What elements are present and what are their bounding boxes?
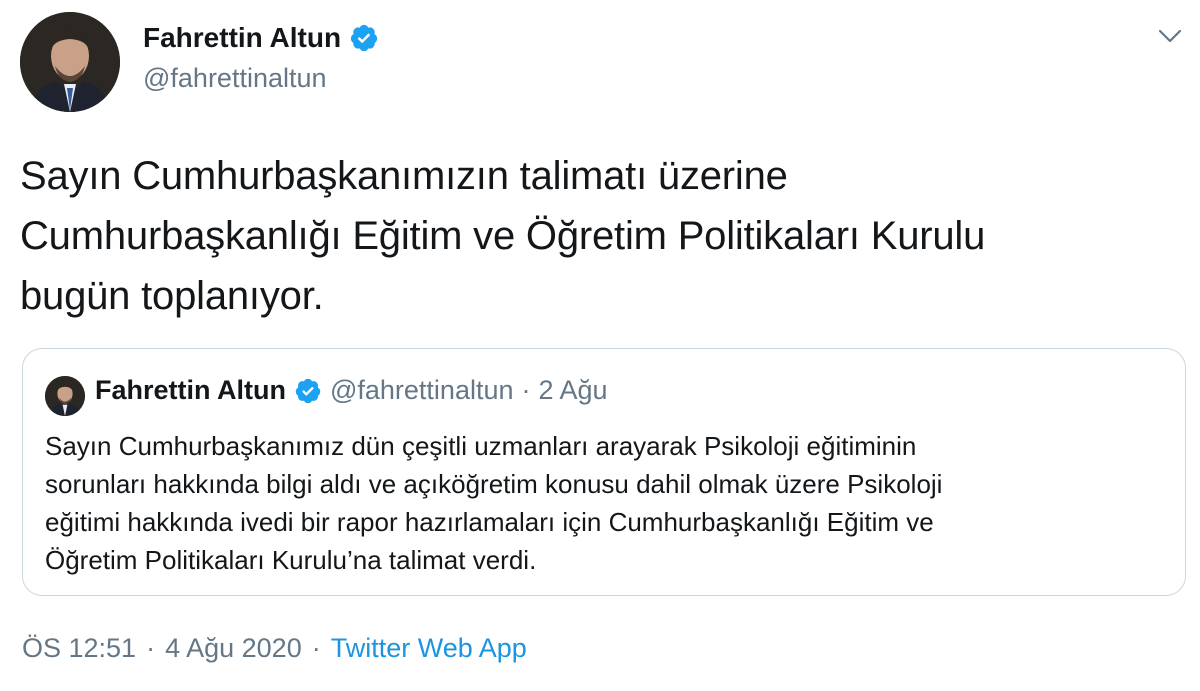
quoted-text-line: eğitimi hakkında ivedi bir rapor hazırla… <box>45 507 934 537</box>
quoted-author-handle: @fahrettinaltun <box>329 375 514 405</box>
quoted-date: 2 Ağu <box>538 375 608 405</box>
separator-dot: · <box>521 375 531 405</box>
separator-dot: · <box>146 633 156 663</box>
quoted-tweet-text: Sayın Cumhurbaşkanımız dün çeşitli uzman… <box>45 427 1165 579</box>
verified-badge-icon <box>294 377 322 405</box>
author-name[interactable]: Fahrettin Altun <box>143 22 341 54</box>
tweet-text: Sayın Cumhurbaşkanımızın talimatı üzerin… <box>20 146 1180 326</box>
verified-badge-icon <box>349 23 379 53</box>
tweet-time[interactable]: ÖS 12:51 <box>22 633 136 664</box>
tweet-date[interactable]: 4 Ağu 2020 <box>165 633 302 664</box>
tweet-footer: ÖS 12:51 · 4 Ağu 2020 · Twitter Web App <box>22 633 527 664</box>
author-handle[interactable]: @fahrettinaltun <box>143 63 327 94</box>
tweet-text-line: Sayın Cumhurbaşkanımızın talimatı üzerin… <box>20 154 788 198</box>
author-avatar[interactable] <box>20 12 120 112</box>
quoted-text-line: Sayın Cumhurbaşkanımız dün çeşitli uzman… <box>45 431 917 461</box>
quoted-tweet[interactable]: Fahrettin Altun @fahrettinaltun · 2 Ağu … <box>22 348 1186 596</box>
tweet: Fahrettin Altun @fahrettinaltun Sayın Cu… <box>0 0 1200 691</box>
quoted-author-name: Fahrettin Altun <box>95 375 286 405</box>
tweet-text-line: bugün toplanıyor. <box>20 274 324 318</box>
quoted-text-line: Öğretim Politikaları Kurulu’na talimat v… <box>45 545 537 575</box>
separator-dot: · <box>311 633 321 663</box>
chevron-down-icon[interactable] <box>1156 26 1184 46</box>
tweet-text-line: Cumhurbaşkanlığı Eğitim ve Öğretim Polit… <box>20 214 986 258</box>
quoted-author-avatar <box>45 376 85 416</box>
quoted-text-line: sorunları hakkında bilgi aldı ve açıköğr… <box>45 469 943 499</box>
tweet-source-link[interactable]: Twitter Web App <box>331 633 527 664</box>
